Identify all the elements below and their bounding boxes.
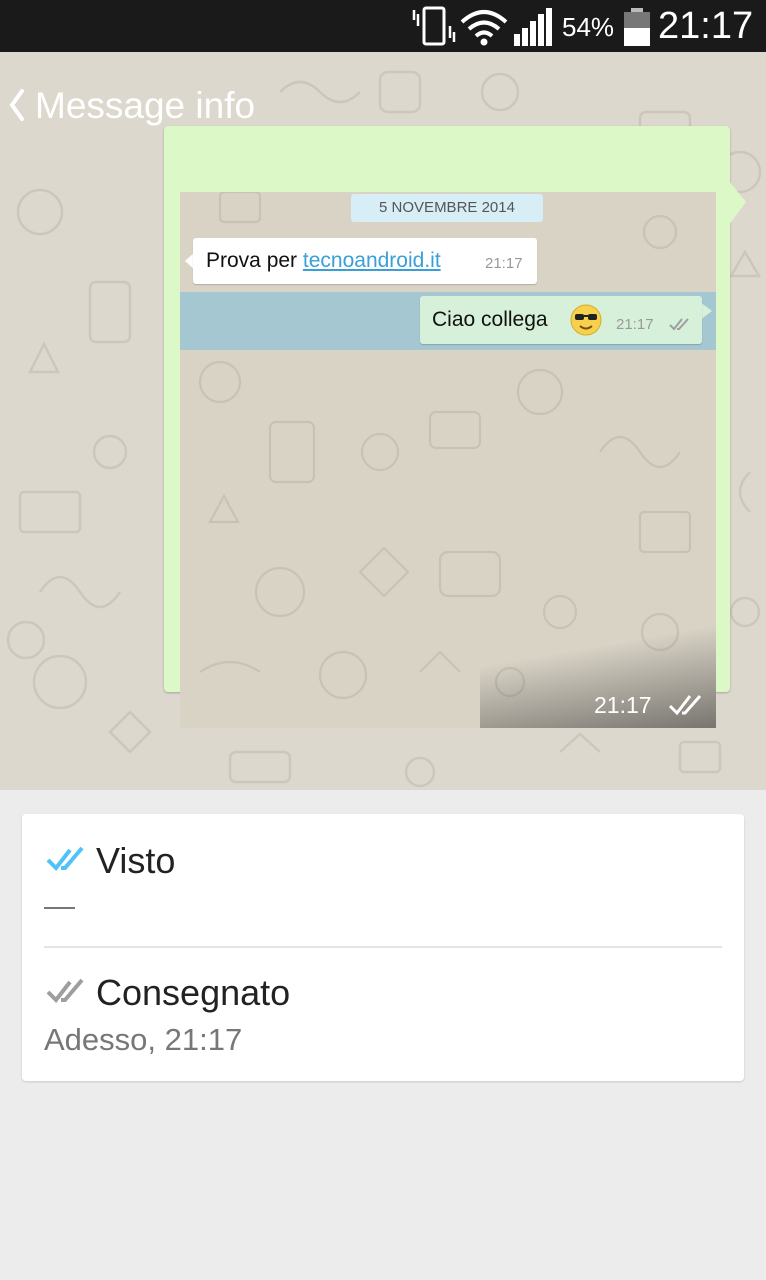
incoming-message: Prova per tecnoandroid.it 21:17: [193, 238, 537, 284]
incoming-time: 21:17: [485, 255, 523, 272]
read-label: Visto: [96, 840, 176, 881]
status-bar: 54% 21:17: [0, 0, 766, 52]
status-time: 21:17: [658, 5, 754, 47]
read-ticks-icon: [46, 846, 84, 872]
page-title: Message info: [35, 85, 256, 126]
signal-icon: [514, 8, 552, 46]
vibrate-icon: [412, 6, 456, 46]
screenshot-image: 5 NOVEMBRE 2014 Prova per tecnoandroid.i…: [180, 192, 716, 728]
read-value: —: [44, 888, 75, 923]
outgoing-time: 21:17: [616, 316, 654, 333]
double-tick-icon: [669, 318, 689, 331]
incoming-text-prefix: Prova per: [206, 249, 303, 272]
incoming-text: Prova per tecnoandroid.it: [206, 248, 441, 274]
battery-icon: [624, 8, 650, 46]
double-tick-icon: [668, 695, 702, 716]
delivered-label: Consegnato: [96, 972, 291, 1013]
outgoing-message: Ciao collega 21:17: [420, 296, 702, 344]
outgoing-text: Ciao collega: [432, 308, 548, 331]
bubble-tail: [728, 180, 746, 226]
delivered-ticks-icon: [46, 978, 84, 1004]
date-chip: 5 NOVEMBRE 2014: [351, 194, 543, 222]
back-chevron-icon[interactable]: [8, 88, 26, 122]
bubble-time: 21:17: [594, 692, 652, 718]
incoming-link: tecnoandroid.it: [302, 249, 441, 272]
message-info-card: Visto — Consegnato Adesso, 21:17: [22, 814, 744, 1081]
delivered-value: Adesso, 21:17: [44, 1022, 243, 1057]
sunglasses-emoji-icon: [570, 304, 602, 336]
battery-percent: 54%: [562, 12, 615, 42]
wifi-icon: [460, 10, 508, 46]
divider: [44, 946, 722, 948]
